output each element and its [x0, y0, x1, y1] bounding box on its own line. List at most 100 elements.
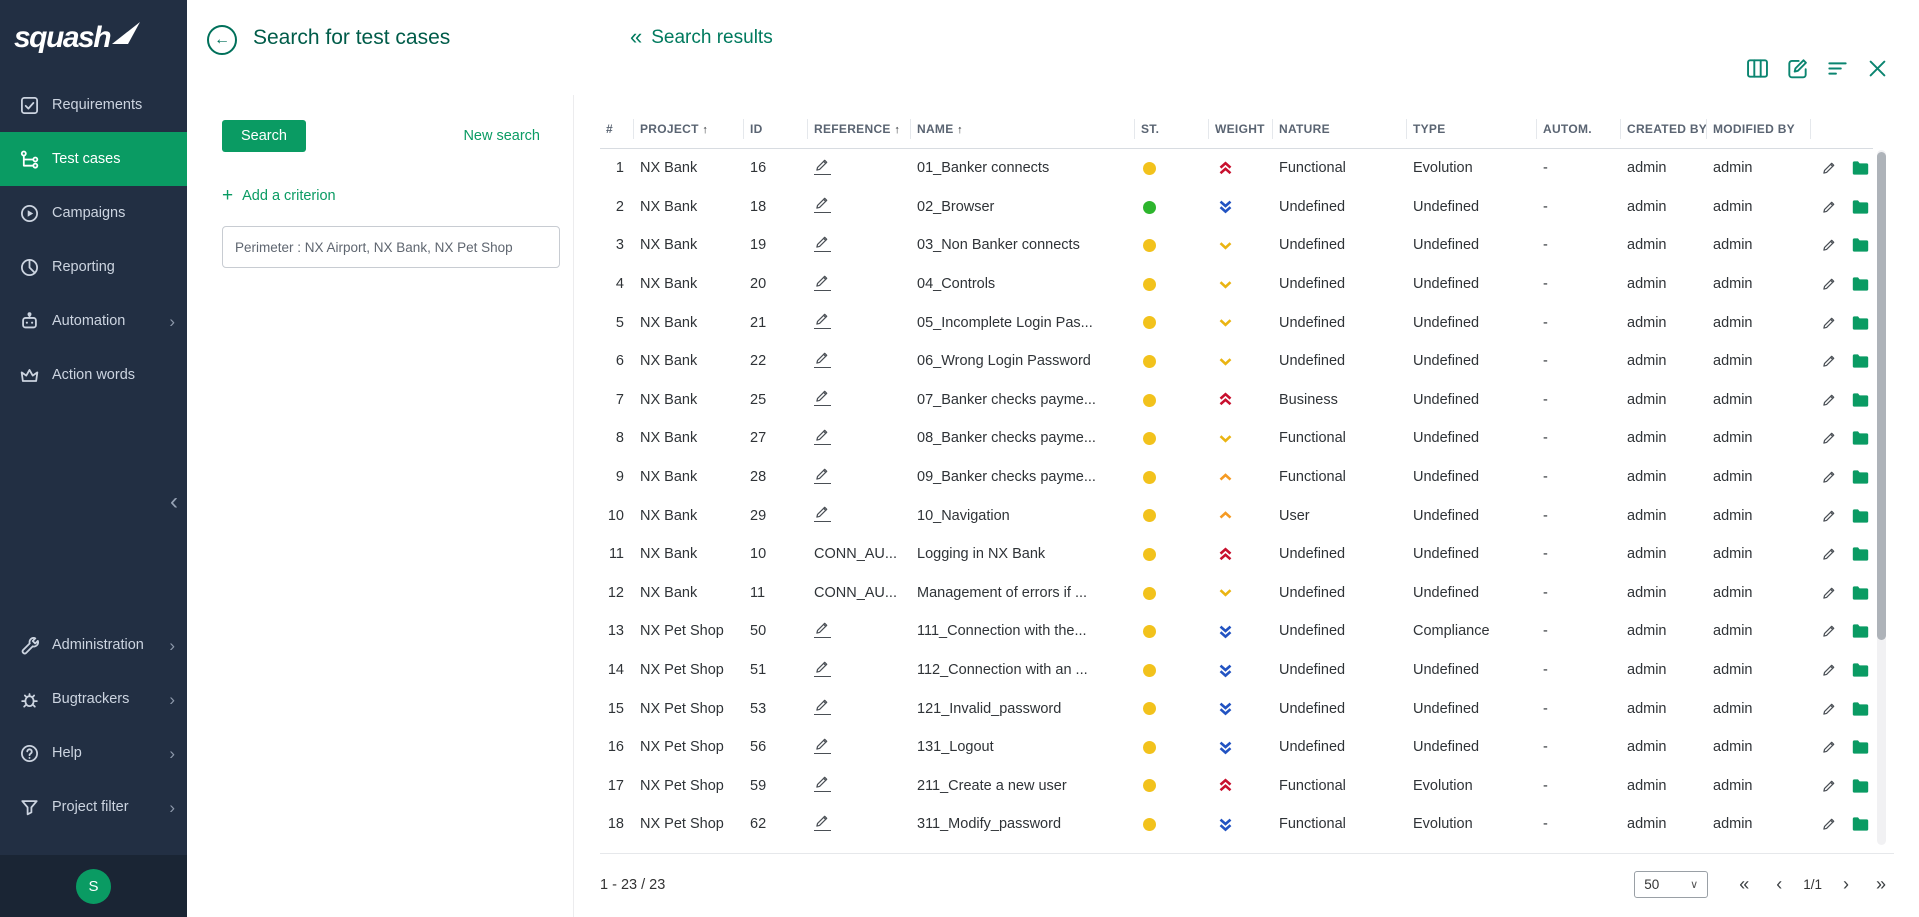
cell-reference[interactable] [808, 158, 911, 179]
cell-name[interactable]: 09_Banker checks payme... [911, 469, 1135, 485]
cell-name[interactable]: 05_Incomplete Login Pas... [911, 315, 1135, 331]
cell-name[interactable]: 03_Non Banker connects [911, 237, 1135, 253]
sidebar-item-project-filter[interactable]: Project filter › [0, 780, 187, 834]
folder-icon[interactable] [1852, 817, 1869, 831]
scrollbar-thumb[interactable] [1877, 152, 1886, 640]
cell-name[interactable]: 06_Wrong Login Password [911, 353, 1135, 369]
column-header-project[interactable]: PROJECT ↑ [634, 119, 744, 139]
new-search-link[interactable]: New search [463, 128, 540, 144]
table-row[interactable]: 9 NX Bank 28 09_Banker checks payme... F… [600, 458, 1873, 497]
cell-reference[interactable] [808, 274, 911, 295]
folder-icon[interactable] [1852, 393, 1869, 407]
sidebar-item-campaigns[interactable]: Campaigns [0, 186, 187, 240]
cell-name[interactable]: 07_Banker checks payme... [911, 392, 1135, 408]
cell-name[interactable]: Logging in NX Bank [911, 546, 1135, 562]
column-header-type[interactable]: TYPE [1407, 119, 1537, 139]
edit-reference-icon[interactable] [814, 775, 831, 792]
table-row[interactable]: 8 NX Bank 27 08_Banker checks payme... F… [600, 419, 1873, 458]
edit-results-icon[interactable] [1786, 57, 1809, 80]
cell-reference[interactable] [808, 351, 911, 372]
edit-reference-icon[interactable] [814, 621, 831, 638]
squash-logo[interactable]: squash [0, 0, 187, 76]
edit-row-icon[interactable] [1822, 586, 1836, 600]
cell-name[interactable]: 10_Navigation [911, 508, 1135, 524]
table-row[interactable]: 3 NX Bank 19 03_Non Banker connects Unde… [600, 226, 1873, 265]
cell-reference[interactable] [808, 621, 911, 642]
cell-name[interactable]: Management of errors if ... [911, 585, 1135, 601]
sidebar-item-automation[interactable]: Automation › [0, 294, 187, 348]
next-page-button[interactable]: › [1833, 872, 1859, 898]
edit-reference-icon[interactable] [814, 158, 831, 175]
column-header-[interactable]: # [600, 119, 634, 139]
edit-reference-icon[interactable] [814, 428, 831, 445]
edit-row-icon[interactable] [1822, 624, 1836, 638]
table-row[interactable]: 1 NX Bank 16 01_Banker connects Function… [600, 149, 1873, 188]
folder-icon[interactable] [1852, 779, 1869, 793]
edit-reference-icon[interactable] [814, 660, 831, 677]
table-row[interactable]: 17 NX Pet Shop 59 211_Create a new user … [600, 767, 1873, 806]
table-row[interactable]: 6 NX Bank 22 06_Wrong Login Password Und… [600, 342, 1873, 381]
folder-icon[interactable] [1852, 470, 1869, 484]
cell-reference[interactable] [808, 698, 911, 719]
edit-row-icon[interactable] [1822, 431, 1836, 445]
edit-row-icon[interactable] [1822, 161, 1836, 175]
edit-row-icon[interactable] [1822, 817, 1836, 831]
cell-name[interactable]: 112_Connection with an ... [911, 662, 1135, 678]
cell-name[interactable]: 111_Connection with the... [911, 623, 1135, 639]
edit-reference-icon[interactable] [814, 235, 831, 252]
sidebar-item-bugtrackers[interactable]: Bugtrackers › [0, 672, 187, 726]
cell-reference[interactable] [808, 428, 911, 449]
table-row[interactable]: 5 NX Bank 21 05_Incomplete Login Pas... … [600, 303, 1873, 342]
cell-reference[interactable] [808, 467, 911, 488]
cell-name[interactable]: 131_Logout [911, 739, 1135, 755]
table-row[interactable]: 2 NX Bank 18 02_Browser Undefined Undefi… [600, 188, 1873, 227]
cell-name[interactable]: 121_Invalid_password [911, 701, 1135, 717]
cell-name[interactable]: 04_Controls [911, 276, 1135, 292]
table-row[interactable]: 18 NX Pet Shop 62 311_Modify_password Fu… [600, 805, 1873, 844]
search-results-header[interactable]: « Search results [630, 27, 773, 49]
edit-row-icon[interactable] [1822, 277, 1836, 291]
folder-icon[interactable] [1852, 431, 1869, 445]
table-row[interactable]: 4 NX Bank 20 04_Controls Undefined Undef… [600, 265, 1873, 304]
edit-row-icon[interactable] [1822, 393, 1836, 407]
edit-reference-icon[interactable] [814, 737, 831, 754]
cell-reference[interactable] [808, 775, 911, 796]
folder-icon[interactable] [1852, 238, 1869, 252]
table-row[interactable]: 12 NX Bank 11 CONN_AU... Management of e… [600, 574, 1873, 613]
folder-icon[interactable] [1852, 740, 1869, 754]
edit-row-icon[interactable] [1822, 238, 1836, 252]
edit-row-icon[interactable] [1822, 316, 1836, 330]
cell-name[interactable]: 08_Banker checks payme... [911, 430, 1135, 446]
cell-name[interactable]: 311_Modify_password [911, 816, 1135, 832]
folder-icon[interactable] [1852, 586, 1869, 600]
edit-reference-icon[interactable] [814, 389, 831, 406]
edit-row-icon[interactable] [1822, 509, 1836, 523]
table-row[interactable]: 16 NX Pet Shop 56 131_Logout Undefined U… [600, 728, 1873, 767]
edit-reference-icon[interactable] [814, 196, 831, 213]
folder-icon[interactable] [1852, 509, 1869, 523]
edit-row-icon[interactable] [1822, 200, 1836, 214]
edit-row-icon[interactable] [1822, 740, 1836, 754]
edit-row-icon[interactable] [1822, 470, 1836, 484]
edit-reference-icon[interactable] [814, 467, 831, 484]
cell-reference[interactable]: CONN_AU... [808, 546, 911, 562]
folder-icon[interactable] [1852, 354, 1869, 368]
sidebar-item-requirements[interactable]: Requirements [0, 78, 187, 132]
edit-row-icon[interactable] [1822, 663, 1836, 677]
cell-reference[interactable]: CONN_AU... [808, 585, 911, 601]
folder-icon[interactable] [1852, 200, 1869, 214]
back-button[interactable]: ← [207, 25, 237, 55]
filter-list-icon[interactable] [1826, 57, 1849, 80]
add-criterion-button[interactable]: + Add a criterion [222, 186, 336, 205]
table-row[interactable]: 13 NX Pet Shop 50 111_Connection with th… [600, 612, 1873, 651]
column-header-created-by[interactable]: CREATED BY [1621, 119, 1707, 139]
edit-row-icon[interactable] [1822, 702, 1836, 716]
folder-icon[interactable] [1852, 161, 1869, 175]
table-scrollbar[interactable] [1877, 150, 1886, 845]
edit-row-icon[interactable] [1822, 547, 1836, 561]
cell-name[interactable]: 211_Create a new user [911, 778, 1135, 794]
column-header-name[interactable]: NAME ↑ [911, 119, 1135, 139]
cell-name[interactable]: 02_Browser [911, 199, 1135, 215]
sidebar-collapse-icon[interactable]: ‹ [170, 490, 178, 514]
table-row[interactable]: 10 NX Bank 29 10_Navigation User Undefin… [600, 496, 1873, 535]
